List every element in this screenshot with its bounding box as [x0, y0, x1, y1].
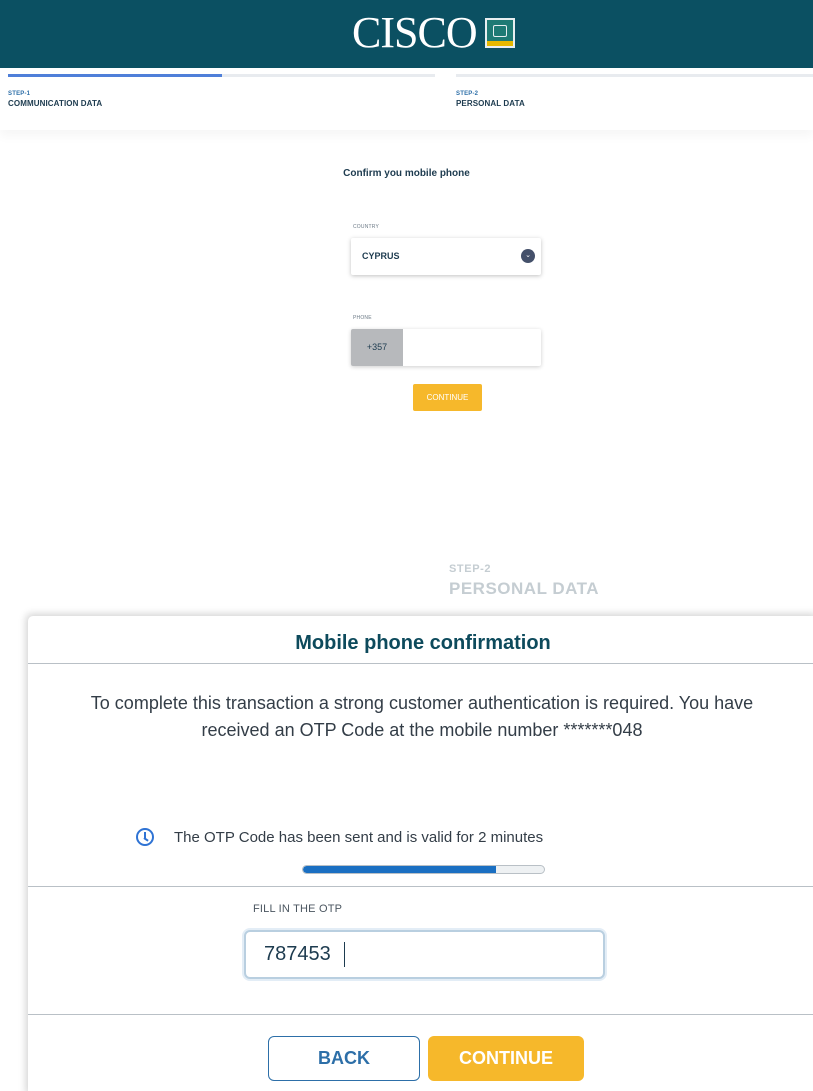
- step-1-progress-track: [8, 74, 435, 77]
- phone-label: PHONE: [353, 315, 372, 321]
- step-1-progress-fill: [8, 74, 222, 77]
- step-2-progress-track: [456, 74, 813, 77]
- step-indicator: STEP-1 COMMUNICATION DATA STEP-2 PERSONA…: [0, 68, 813, 130]
- country-value: CYPRUS: [362, 251, 400, 261]
- phone-prefix: +357: [351, 329, 403, 366]
- phone-input[interactable]: [403, 329, 541, 366]
- otp-label: FILL IN THE OTP: [253, 903, 343, 915]
- otp-modal: Mobile phone confirmation To complete th…: [28, 616, 813, 1091]
- back-button[interactable]: BACK: [268, 1036, 420, 1081]
- ghost-step-title: PERSONAL DATA: [449, 579, 600, 598]
- step-1: STEP-1 COMMUNICATION DATA: [8, 74, 435, 108]
- step-1-title: COMMUNICATION DATA: [8, 99, 103, 108]
- step-2-title: PERSONAL DATA: [456, 99, 525, 108]
- step-1-number: STEP-1: [8, 91, 31, 97]
- country-label: COUNTRY: [353, 224, 380, 230]
- form-title: Confirm you mobile phone: [343, 168, 470, 179]
- app-header: CISCO: [0, 0, 813, 68]
- clock-icon: [136, 828, 154, 846]
- logo-text: CISCO: [352, 8, 478, 57]
- brand-logo: CISCO: [352, 10, 515, 56]
- otp-timer-progress-fill: [303, 866, 496, 873]
- phone-field-group: +357: [351, 329, 541, 366]
- step-2: STEP-2 PERSONAL DATA: [456, 74, 813, 108]
- otp-info: The OTP Code has been sent and is valid …: [136, 828, 543, 846]
- text-caret: [344, 942, 345, 967]
- modal-divider-top: [28, 663, 813, 664]
- modal-message: To complete this transaction a strong cu…: [90, 693, 754, 740]
- chevron-down-icon: ⌄: [521, 249, 535, 263]
- ghost-step-number: STEP-2: [449, 563, 492, 575]
- otp-timer-progress: [302, 865, 545, 874]
- continue-button[interactable]: CONTINUE: [428, 1036, 584, 1081]
- modal-divider-middle: [28, 886, 813, 887]
- step-2-number: STEP-2: [456, 91, 479, 97]
- modal-divider-bottom: [28, 1014, 813, 1015]
- otp-info-text: The OTP Code has been sent and is valid …: [174, 828, 544, 846]
- modal-title: Mobile phone confirmation: [295, 632, 551, 654]
- otp-input[interactable]: [244, 930, 605, 979]
- form-continue-button[interactable]: CONTINUE: [413, 384, 482, 411]
- bank-emblem-icon: [484, 18, 515, 48]
- country-select[interactable]: CYPRUS ⌄: [351, 238, 541, 275]
- ghost-step-2: STEP-2 PERSONAL DATA: [449, 563, 599, 599]
